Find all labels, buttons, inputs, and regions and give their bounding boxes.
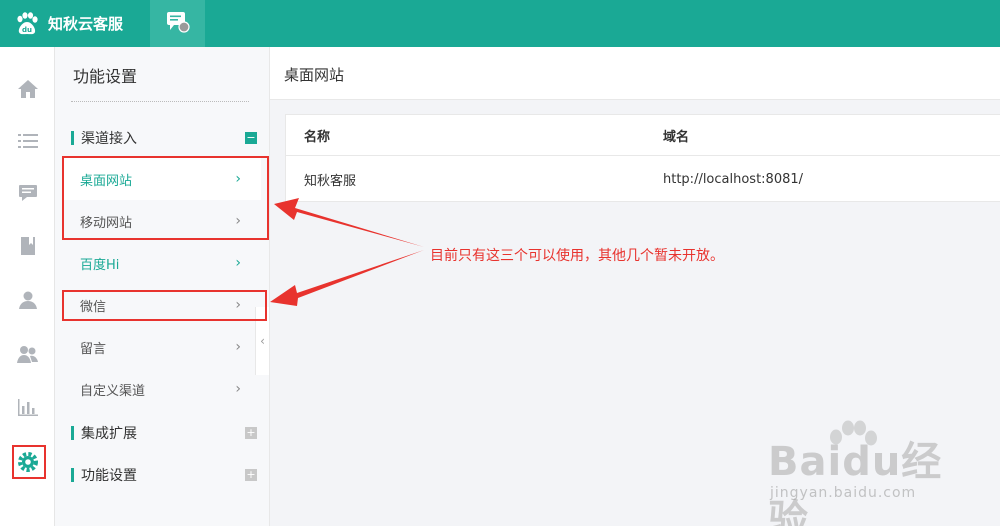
highlight-box-sites (62, 156, 269, 240)
users-icon (16, 343, 40, 365)
nav-messages[interactable] (0, 172, 55, 214)
submenu-divider (71, 101, 249, 102)
group-label: 渠道接入 (81, 131, 137, 147)
home-icon (16, 78, 40, 100)
menu-item-label: 自定义渠道 (80, 383, 146, 399)
nav-list[interactable] (0, 120, 55, 162)
nav-statistics[interactable] (0, 386, 55, 428)
message-icon (17, 183, 39, 203)
expand-icon[interactable]: + (245, 427, 257, 439)
column-header-name: 名称 (304, 129, 331, 145)
watermark: Baidu经验 jingyan.baidu.com (760, 415, 980, 526)
main-header: 桌面网站 (270, 47, 1000, 100)
menu-item-label: 百度Hi (80, 257, 120, 273)
group-marker (71, 426, 74, 440)
chevron-right-icon: › (235, 255, 241, 271)
list-icon (17, 131, 39, 151)
settings-highlight-box (12, 445, 46, 479)
group-integration[interactable]: 集成扩展 + (71, 422, 257, 444)
chat-icon (165, 10, 191, 38)
cell-domain: http://localhost:8081/ (663, 171, 804, 187)
cell-name: 知秋客服 (304, 173, 357, 189)
collapse-icon[interactable]: − (245, 132, 257, 144)
chevron-right-icon: › (235, 339, 241, 355)
arrow-to-sites (274, 198, 424, 247)
nav-customers[interactable] (0, 333, 55, 375)
group-label: 功能设置 (81, 468, 137, 484)
menu-item-custom-channel[interactable]: 自定义渠道 › (64, 368, 261, 410)
group-marker (71, 468, 74, 482)
group-channel-access[interactable]: 渠道接入 − (71, 127, 257, 149)
chevron-right-icon: › (235, 381, 241, 397)
page-title: 桌面网站 (284, 66, 345, 84)
expand-icon[interactable]: + (245, 469, 257, 481)
menu-item-baidu-hi[interactable]: 百度Hi › (64, 242, 261, 284)
highlight-box-wechat (62, 290, 267, 321)
watermark-text: Baidu经验 (768, 439, 943, 526)
site-table: 名称 域名 知秋客服 http://localhost:8081/ (285, 114, 1000, 202)
group-label: 集成扩展 (81, 426, 137, 442)
brand[interactable]: du 知秋云客服 (0, 0, 150, 47)
menu-item-message[interactable]: 留言 › (64, 326, 261, 368)
user-icon (17, 289, 39, 311)
group-feature-settings[interactable]: 功能设置 + (71, 464, 257, 486)
menu-item-label: 留言 (80, 341, 107, 357)
nav-home[interactable] (0, 68, 55, 110)
svg-text:du: du (22, 26, 32, 34)
top-bar: du 知秋云客服 (0, 0, 1000, 47)
settings-submenu: 功能设置 渠道接入 − 桌面网站 › 移动网站 › 百度Hi › 微信 › 留言… (55, 47, 270, 526)
baidu-logo-icon: du (14, 11, 40, 37)
table-header-row: 名称 域名 (286, 115, 1000, 156)
nav-knowledge[interactable] (0, 225, 55, 267)
table-row[interactable]: 知秋客服 http://localhost:8081/ (286, 156, 1000, 202)
annotation-note: 目前只有这三个可以使用，其他几个暂未开放。 (430, 248, 724, 264)
icon-sidebar (0, 47, 55, 526)
chart-icon (17, 397, 39, 417)
arrow-to-wechat (270, 250, 424, 306)
book-icon (18, 235, 38, 257)
group-marker (71, 131, 74, 145)
submenu-title: 功能设置 (73, 67, 138, 86)
chevron-left-icon: ‹ (260, 334, 265, 348)
nav-agent[interactable] (0, 279, 55, 321)
chat-tab[interactable] (150, 0, 205, 47)
watermark-url: jingyan.baidu.com (770, 485, 917, 501)
column-header-domain: 域名 (663, 129, 690, 145)
app-title: 知秋云客服 (48, 15, 124, 33)
